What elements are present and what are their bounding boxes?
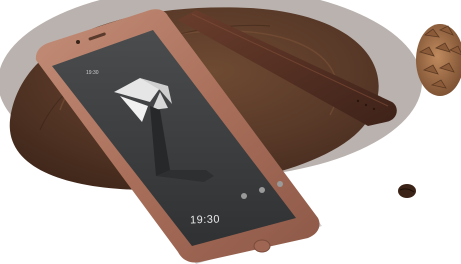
coffee-bean (398, 184, 416, 198)
status-bar-time: 19:30 (86, 70, 99, 76)
pinecone (416, 24, 461, 96)
front-camera (76, 40, 80, 44)
home-button[interactable] (253, 239, 271, 253)
product-photo-scene (0, 0, 461, 264)
camera-icon[interactable] (277, 181, 283, 187)
lock-screen-clock: 19:30 (189, 213, 221, 227)
messages-icon[interactable] (259, 187, 265, 193)
phone-icon[interactable] (241, 193, 247, 199)
